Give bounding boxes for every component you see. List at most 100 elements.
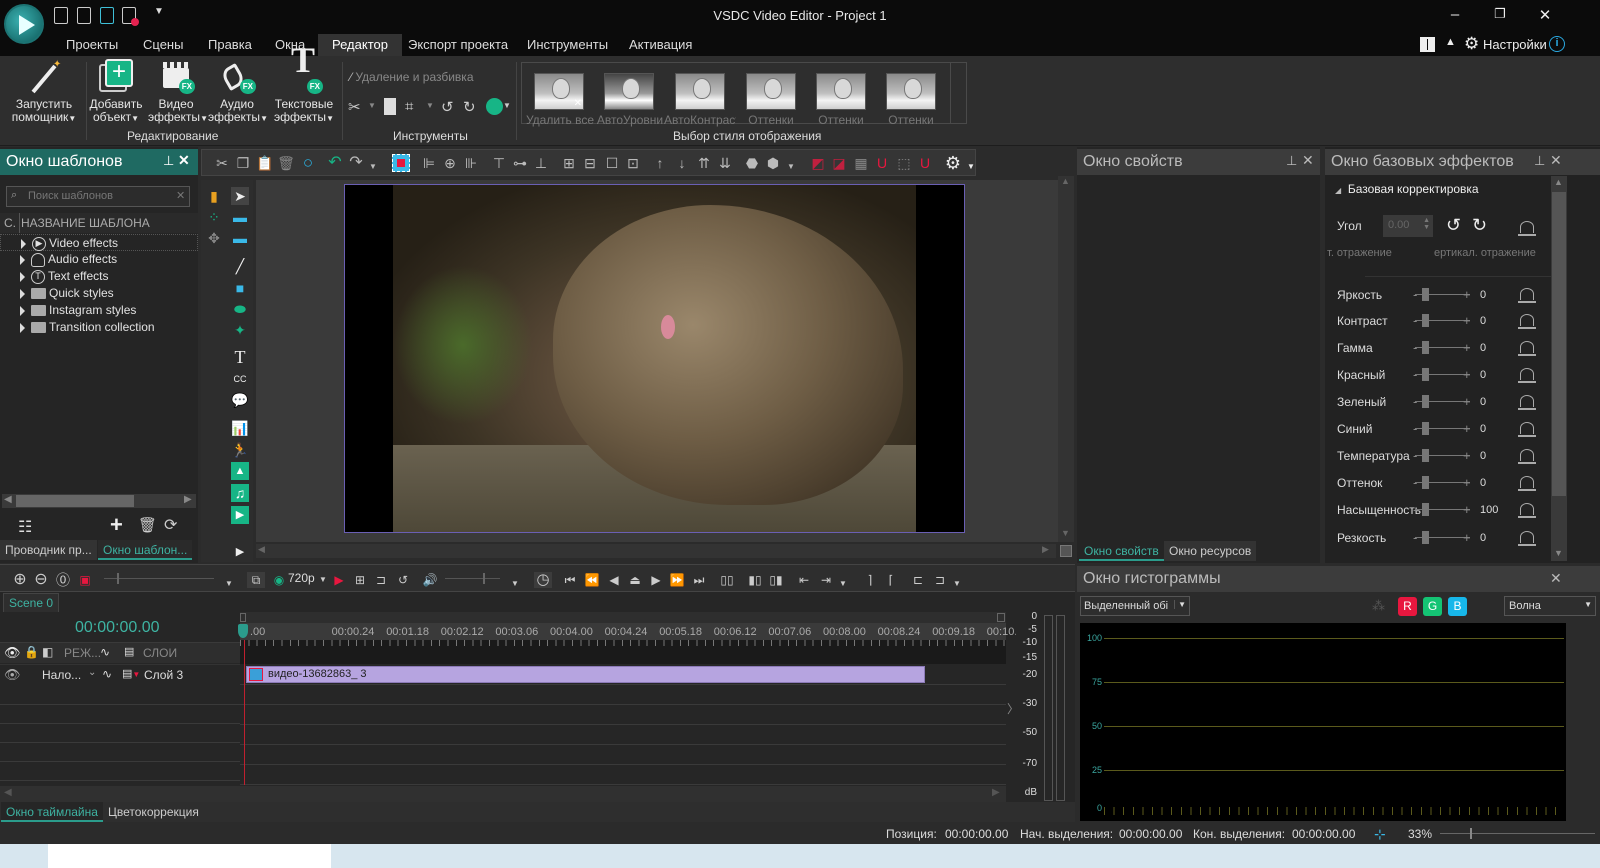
repeat-icon[interactable]: ↺ <box>394 572 412 588</box>
visibility-icon[interactable]: 👁 <box>4 645 21 661</box>
gallery-scroll[interactable] <box>950 63 966 123</box>
menu-edit[interactable]: Правка <box>196 34 264 56</box>
pin-icon[interactable]: ⊥ <box>1286 153 1297 169</box>
decrease-icon[interactable]: - <box>1413 528 1417 548</box>
volume-icon[interactable]: 🔊 <box>421 572 439 588</box>
effect-slider[interactable] <box>1415 288 1470 301</box>
reset-icon[interactable] <box>1518 341 1536 356</box>
timeline-zoom-slider[interactable] <box>104 573 214 584</box>
tree-view-icon[interactable]: ☷ <box>18 517 32 537</box>
wrench-dropdown-icon[interactable]: ▼ <box>503 101 511 110</box>
group-dropdown-icon[interactable]: ▼ <box>782 158 800 176</box>
slider-knob[interactable] <box>1422 368 1429 381</box>
menu-activation[interactable]: Активация <box>617 34 704 56</box>
audio-effects-button[interactable]: FX Аудио эффекты▼ <box>208 60 268 125</box>
increase-icon[interactable]: + <box>1463 473 1471 493</box>
zoom-slider[interactable] <box>1440 828 1595 839</box>
group-icon[interactable]: ⬣ <box>743 154 761 172</box>
pointer-tool-icon[interactable]: ➤ <box>231 187 249 205</box>
increase-icon[interactable]: + <box>1463 365 1471 385</box>
scroll-left-icon[interactable]: ◀ <box>4 787 12 798</box>
histogram-mode-select[interactable]: Волна ▼ <box>1504 596 1596 616</box>
layer-audio-icon[interactable]: ∿ <box>102 667 112 681</box>
move-up-icon[interactable]: ↑ <box>651 154 669 172</box>
decrease-icon[interactable]: - <box>1413 500 1417 520</box>
add-sprite-icon[interactable]: ▬ <box>231 208 249 226</box>
cut-icon[interactable]: ✂ <box>213 154 231 172</box>
align-top-icon[interactable]: ⊤ <box>490 154 508 172</box>
magnet-bounds-icon[interactable]: U <box>916 154 934 172</box>
histogram-source-select[interactable]: Выделенный обі ▼ <box>1080 596 1190 616</box>
layer-settings-icon[interactable]: ▤ <box>124 645 134 658</box>
effect-slider[interactable] <box>1415 368 1470 381</box>
expand-icon[interactable] <box>20 254 25 265</box>
text-effects-button[interactable]: T FX Текстовые эффекты▼ <box>272 42 336 125</box>
fit-timeline-icon[interactable]: ▣ <box>76 572 94 588</box>
video-tool-icon[interactable]: ▶ <box>231 506 249 524</box>
slider-knob[interactable] <box>1422 449 1429 462</box>
info-icon[interactable]: i <box>1549 36 1565 52</box>
scroll-up-icon[interactable]: ▲ <box>1061 176 1070 186</box>
reset-icon[interactable] <box>1518 422 1536 437</box>
increase-icon[interactable]: + <box>1463 528 1471 548</box>
align-right-icon[interactable]: ⊪ <box>462 154 480 172</box>
same-size-icon[interactable]: ☐ <box>603 154 621 172</box>
column-name[interactable]: НАЗВАНИЕ ШАБЛОНА <box>21 216 150 230</box>
mark-out-icon[interactable]: ⇥ <box>817 572 835 588</box>
video-effects-button[interactable]: FX Видео эффекты▼ <box>148 60 208 125</box>
line-tool-icon[interactable]: ╱ <box>231 257 249 275</box>
blend-dropdown-icon[interactable]: ⌄ <box>88 667 96 678</box>
add-object-button[interactable]: + Добавить объект▼ <box>88 59 144 125</box>
blue-channel-button[interactable]: B <box>1448 597 1467 616</box>
refresh-icon[interactable]: ⟳ <box>164 515 177 535</box>
ruler-start-handle[interactable] <box>240 613 246 622</box>
effect-slider[interactable] <box>1415 531 1470 544</box>
overlap-icon[interactable]: ◩ <box>809 154 827 172</box>
align-middle-icon[interactable]: ⊶ <box>511 154 529 172</box>
close-icon[interactable]: ✕ <box>1302 152 1314 169</box>
expand-icon[interactable] <box>21 238 26 249</box>
distribute-v-icon[interactable]: ⊟ <box>581 154 599 172</box>
tree-item-text-effects[interactable]: T Text effects <box>20 268 108 285</box>
snap-objects-icon[interactable]: ◪ <box>830 154 848 172</box>
column-short[interactable]: С. <box>4 216 16 230</box>
loop-region-icon[interactable]: ⊞ <box>351 572 369 588</box>
rectangle-tool-icon[interactable]: ■ <box>231 279 249 297</box>
slider-knob[interactable] <box>1422 314 1429 327</box>
preview-hscrollbar[interactable]: ◀ ▶ <box>256 544 1056 558</box>
decrease-icon[interactable]: - <box>1413 473 1417 493</box>
stop-icon[interactable]: ⏏ <box>626 572 644 588</box>
reset-icon[interactable] <box>1518 503 1536 518</box>
effect-slider[interactable] <box>1415 395 1470 408</box>
play-icon[interactable]: ▶ <box>647 572 665 588</box>
reset-angle-icon[interactable] <box>1518 221 1536 236</box>
zoom-dropdown-icon[interactable]: ▼ <box>220 576 238 592</box>
decrease-icon[interactable]: - <box>1413 285 1417 305</box>
effect-slider[interactable] <box>1415 503 1470 516</box>
tree-item-transition-collection[interactable]: Transition collection <box>20 319 155 336</box>
paste-icon[interactable]: 📋 <box>256 154 274 172</box>
green-channel-button[interactable]: G <box>1423 597 1442 616</box>
tab-templates[interactable]: Окно шаблон... <box>98 540 193 560</box>
fade-out-icon[interactable]: ▯▮ <box>767 572 785 588</box>
pin-icon[interactable]: ⊥ <box>1534 153 1545 169</box>
align-bottom-icon[interactable]: ⊥ <box>532 154 550 172</box>
tab-properties[interactable]: Окно свойств <box>1079 541 1164 561</box>
zoom-out-icon[interactable]: ⊖ <box>32 572 50 588</box>
scroll-thumb[interactable] <box>1552 192 1566 496</box>
decrease-icon[interactable]: - <box>1413 311 1417 331</box>
decrease-icon[interactable]: - <box>1413 365 1417 385</box>
templates-hscrollbar[interactable]: ◀ ▶ <box>2 494 196 508</box>
tree-item-instagram-styles[interactable]: Instagram styles <box>20 302 136 319</box>
play-preview-icon[interactable]: ▶ <box>330 572 348 588</box>
preview-window-icon[interactable]: ⧉ <box>247 572 265 588</box>
slider-knob[interactable] <box>1422 476 1429 489</box>
playhead-handle[interactable] <box>238 624 248 638</box>
app-logo-icon[interactable] <box>4 4 44 44</box>
red-channel-button[interactable]: R <box>1398 597 1417 616</box>
settings-dropdown-icon[interactable]: ▼ <box>962 158 980 176</box>
tab-project-explorer[interactable]: Проводник пр... <box>0 540 97 560</box>
step-back-icon[interactable]: ◀ <box>605 572 623 588</box>
channels-mix-icon[interactable]: ⁂ <box>1372 598 1385 614</box>
reset-icon[interactable] <box>1518 368 1536 383</box>
